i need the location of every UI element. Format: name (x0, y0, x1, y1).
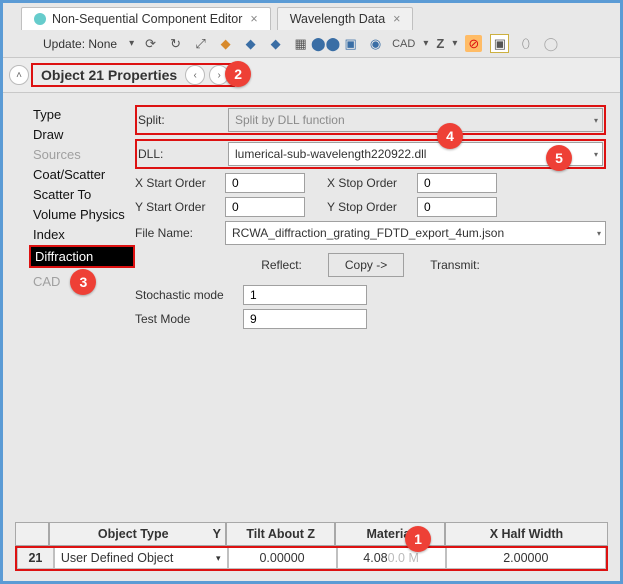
y-start-input[interactable] (225, 197, 305, 217)
z-label[interactable]: Z (436, 35, 444, 52)
reflect-label: Reflect: (261, 258, 302, 272)
cat-draw[interactable]: Draw (29, 125, 135, 144)
tabs: Non-Sequential Component Editor × Wavele… (3, 3, 620, 30)
cube3-icon[interactable]: ◆ (267, 35, 284, 52)
grid-icon[interactable]: ▦ (292, 35, 309, 52)
x-start-label: X Start Order (135, 176, 221, 190)
prev-object-icon[interactable]: ‹ (185, 65, 205, 85)
dll-value: lumerical-sub-wavelength220922.dll (235, 147, 426, 161)
cad-label[interactable]: CAD (392, 35, 415, 52)
chevron-down-icon: ▾ (594, 116, 598, 125)
badge-3: 3 (70, 269, 96, 295)
test-mode-input[interactable] (243, 309, 367, 329)
tab-wavelength-data[interactable]: Wavelength Data × (277, 7, 414, 30)
cat-sources: Sources (29, 145, 135, 164)
chevron-down-icon: ▾ (594, 150, 598, 159)
badge-1: 1 (405, 526, 431, 552)
col-index (15, 522, 49, 546)
cat-scatter-to[interactable]: Scatter To (29, 185, 135, 204)
dll-label: DLL: (138, 147, 228, 161)
cell-material[interactable]: 4.080.0 M (337, 548, 446, 569)
copy-button[interactable]: Copy -> (328, 253, 404, 277)
badge-4: 4 (437, 123, 463, 149)
block-icon[interactable]: ⊘ (465, 35, 482, 52)
properties-title: Object 21 Properties (35, 67, 183, 83)
file-name-dropdown[interactable]: RCWA_diffraction_grating_FDTD_export_4um… (225, 221, 606, 245)
nsc-tab-icon (34, 13, 46, 25)
cell-x-half-width[interactable]: 2.00000 (446, 548, 606, 569)
tab-label: Non-Sequential Component Editor (52, 12, 242, 26)
expand-icon[interactable]: ⤢ (192, 35, 209, 52)
chevron-down-icon: ▾ (216, 553, 221, 564)
badge-5: 5 (546, 145, 572, 171)
cell-tilt-z[interactable]: 0.00000 (228, 548, 337, 569)
toggle-icon[interactable]: ⬯ (517, 35, 534, 52)
cat-cad: CAD (29, 272, 64, 291)
x-stop-label: X Stop Order (327, 176, 413, 190)
y-stop-label: Y Stop Order (327, 200, 413, 214)
cat-type[interactable]: Type (29, 105, 135, 124)
diffraction-form: Split: Split by DLL function ▾ DLL: lume… (135, 105, 606, 329)
col-tilt-z[interactable]: Tilt About Z (226, 522, 335, 546)
tab-nsc-editor[interactable]: Non-Sequential Component Editor × (21, 7, 271, 30)
reload-icon[interactable]: ↻ (167, 35, 184, 52)
category-list: Type Draw Sources Coat/Scatter Scatter T… (29, 105, 135, 329)
test-mode-label: Test Mode (135, 312, 243, 326)
select-icon[interactable]: ▣ (490, 34, 509, 53)
cube-icon[interactable]: ◆ (217, 35, 234, 52)
cat-volume-physics[interactable]: Volume Physics (29, 205, 135, 224)
circle-icon[interactable]: ◯ (542, 35, 559, 52)
toolbar: Update: None ▾ ⟳ ↻ ⤢ ◆ ◆ ◆ ▦ ⬤⬤ ▣ ◉ CAD … (3, 30, 620, 58)
chevron-down-icon[interactable]: ▾ (129, 38, 134, 49)
tab-label: Wavelength Data (290, 12, 385, 26)
badge-2: 2 (225, 61, 251, 87)
refresh-icon[interactable]: ⟳ (142, 35, 159, 52)
close-icon[interactable]: × (250, 12, 257, 26)
stochastic-label: Stochastic mode (135, 288, 243, 302)
chevron-down-icon[interactable]: ▾ (452, 38, 457, 49)
split-value: Split by DLL function (235, 113, 345, 127)
y-stop-input[interactable] (417, 197, 497, 217)
file-name-value: RCWA_diffraction_grating_FDTD_export_4um… (232, 226, 504, 240)
y-start-label: Y Start Order (135, 200, 221, 214)
chevron-down-icon[interactable]: ▾ (423, 38, 428, 49)
x-stop-input[interactable] (417, 173, 497, 193)
chevron-down-icon: ▾ (597, 229, 601, 238)
cat-index[interactable]: Index (29, 225, 135, 244)
split-dropdown[interactable]: Split by DLL function ▾ (228, 108, 603, 132)
tool-icon[interactable]: ▣ (342, 35, 359, 52)
properties-bar: ˄ Object 21 Properties ‹ › 2 (3, 58, 620, 93)
update-label: Update: None (43, 37, 117, 51)
cell-object-type[interactable]: User Defined Object▾ (54, 548, 228, 569)
col-x-half-width[interactable]: X Half Width (445, 522, 608, 546)
cat-diffraction[interactable]: Diffraction (29, 245, 135, 268)
collapse-icon[interactable]: ˄ (9, 65, 29, 85)
cat-coat-scatter[interactable]: Coat/Scatter (29, 165, 135, 184)
object-table: Object TypeY Tilt About Z Material X Hal… (15, 522, 608, 571)
sources-icon[interactable]: ⬤⬤ (317, 35, 334, 52)
tool2-icon[interactable]: ◉ (367, 35, 384, 52)
close-icon[interactable]: × (393, 12, 400, 26)
stochastic-input[interactable] (243, 285, 367, 305)
x-start-input[interactable] (225, 173, 305, 193)
file-name-label: File Name: (135, 226, 225, 240)
col-object-type[interactable]: Object TypeY (49, 522, 226, 546)
split-label: Split: (138, 113, 228, 127)
cube2-icon[interactable]: ◆ (242, 35, 259, 52)
transmit-label: Transmit: (430, 258, 480, 272)
row-index[interactable]: 21 (17, 548, 54, 569)
